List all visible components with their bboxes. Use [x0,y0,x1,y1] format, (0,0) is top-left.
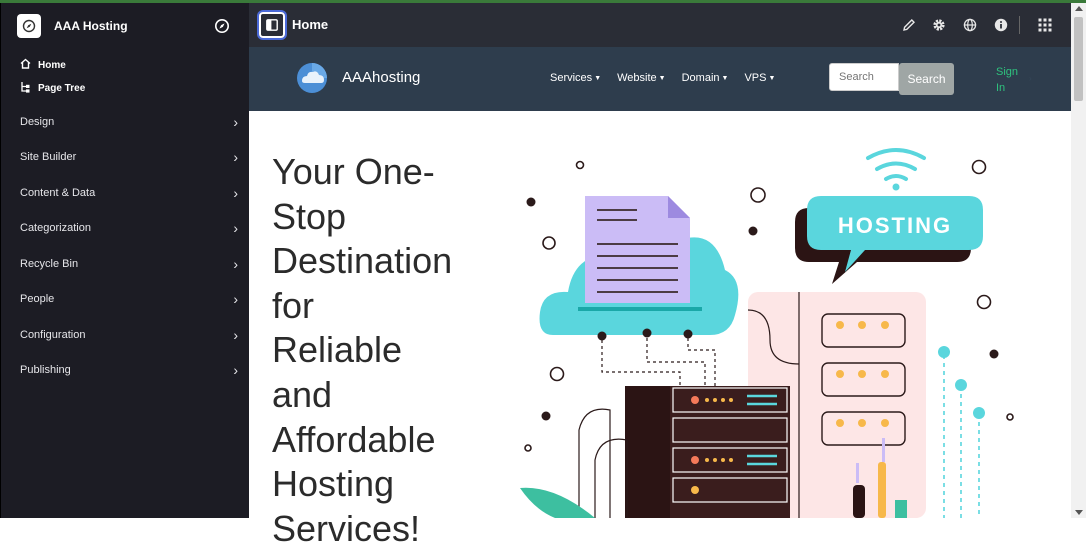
hero-headline-line: Reliable [272,329,403,371]
sidebar-item-site-builder[interactable]: Site Builder › [20,147,238,167]
main-nav: Services ▼ Website ▼ Domain ▼ VPS ▼ [550,72,791,84]
chevron-right-icon: › [233,327,238,343]
caret-down-icon: ▼ [594,75,602,82]
site-logo-icon[interactable] [17,14,41,38]
hero-headline-line: Destination [272,240,453,282]
nav-domain-dropdown[interactable]: Domain ▼ [682,72,729,84]
sidebar-item-people[interactable]: People › [20,289,238,309]
brand-logo-icon[interactable] [296,62,328,94]
sidebar-item-label: Configuration [20,329,86,341]
sidebar-item-configuration[interactable]: Configuration › [20,325,238,345]
sidebar-item-label: Publishing [20,364,71,376]
nav-label: VPS [744,72,767,84]
sidebar-item-label: Recycle Bin [20,258,79,270]
hero-headline-line: Hosting [272,463,395,505]
hero-illustration: HOSTING [515,140,1065,523]
hosting-badge-text: HOSTING [838,213,952,238]
chevron-right-icon: › [233,362,238,378]
sidebar-item-page-tree[interactable]: Page Tree [20,81,85,96]
hero-headline-line: Your One- [272,151,435,192]
vertical-scrollbar[interactable] [1071,3,1086,518]
hero-headline-line: Services! [272,507,421,549]
hero-headline-line: for [272,284,315,326]
sidebar-item-label: Categorization [20,222,91,234]
sidebar-item-publishing[interactable]: Publishing › [20,360,238,380]
toggle-sidebar-button[interactable] [259,12,285,38]
info-icon[interactable] [992,16,1010,34]
chevron-right-icon: › [233,114,238,130]
scroll-up-arrow-icon[interactable] [1075,6,1083,11]
pencil-icon[interactable] [900,16,918,34]
sidebar-item-label: Content & Data [20,187,96,199]
page-title: Home [292,17,329,32]
sidebar-panel-icon [266,19,278,31]
chevron-right-icon: › [233,220,238,236]
sidebar-item-categorization[interactable]: Categorization › [20,218,238,238]
hero-headline-line: Affordable [272,418,436,460]
scroll-down-arrow-icon[interactable] [1075,510,1083,515]
chevron-right-icon: › [233,291,238,307]
sidebar-item-label: Site Builder [20,151,77,163]
site-navbar: AAAhosting Services ▼ Website ▼ Domain ▼ VP… [249,47,1071,111]
hero-headline-line: Stop [272,195,347,237]
sidebar-item-content-data[interactable]: Content & Data › [20,183,238,203]
sidebar: AAA Hosting Home Page Tree Design › Site… [0,3,249,518]
globe-icon[interactable] [961,16,979,34]
sidebar-item-design[interactable]: Design › [20,112,238,132]
caret-down-icon: › [1029,74,1032,83]
sidebar-item-label: Page Tree [38,83,86,94]
sidebar-item-label: People [20,293,55,305]
home-icon [20,58,32,72]
chevron-right-icon: › [233,149,238,165]
sidebar-item-recycle-bin[interactable]: Recycle Bin › [20,254,238,274]
nav-services-dropdown[interactable]: Services ▼ [550,72,601,84]
scrollbar-thumb[interactable] [1074,17,1083,101]
wifi-icon [866,148,926,181]
hero-headline: Your One- Stop Destination for Reliable … [272,150,492,551]
nav-label: Domain [681,72,720,84]
site-header: AAA Hosting [17,14,243,40]
sidebar-item-label: Home [38,59,66,71]
nav-label: Website [617,72,657,84]
nav-website-dropdown[interactable]: Website ▼ [617,72,665,84]
apps-grid-icon[interactable] [1036,16,1054,34]
chevron-right-icon: › [233,256,238,272]
gear-icon[interactable] [930,16,948,34]
nav-label: Services [550,72,593,84]
search-input[interactable] [829,63,899,91]
hero-headline-line: and [272,373,333,415]
brand-name[interactable]: AAAhosting [342,69,420,86]
search-button[interactable]: Search [899,63,954,95]
caret-down-icon: ▼ [658,75,666,82]
site-name: AAA Hosting [54,19,128,33]
caret-down-icon: ▼ [721,75,729,82]
sidebar-item-label: Design [20,116,55,128]
toolbar-divider [1019,16,1020,34]
nav-vps-dropdown[interactable]: VPS ▼ [744,72,775,84]
caret-down-icon: ▼ [768,75,776,82]
chevron-right-icon: › [233,185,238,201]
compass-icon[interactable] [214,18,230,39]
sidebar-item-home[interactable]: Home [20,58,66,72]
signin-link[interactable]: Sign In [996,64,1026,96]
control-menu: Home [249,3,1071,47]
page-tree-icon [20,81,32,96]
